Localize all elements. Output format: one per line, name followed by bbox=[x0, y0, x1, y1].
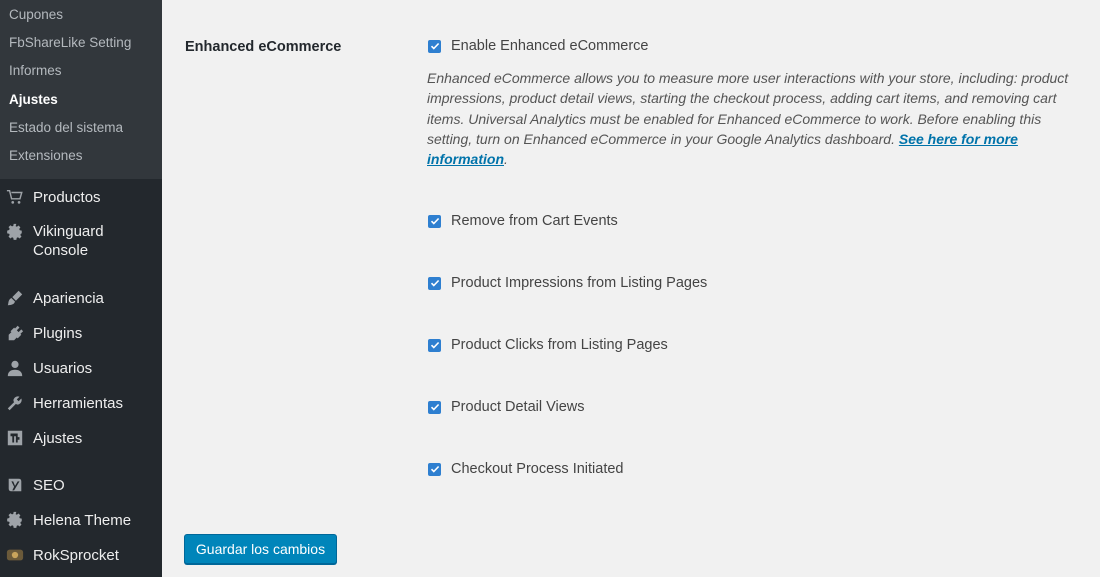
sidebar-item-label-line1: Vikinguard bbox=[33, 223, 104, 240]
gear-icon bbox=[5, 222, 25, 242]
sidebar-item-label: Productos bbox=[33, 188, 101, 206]
option-product-impressions[interactable]: Product Impressions from Listing Pages bbox=[428, 275, 707, 291]
option-checkbox[interactable] bbox=[428, 338, 441, 352]
admin-sidebar: Cupones FbShareLike Setting Informes Aju… bbox=[0, 0, 162, 577]
submenu-item-fbsharelike[interactable]: FbShareLike Setting bbox=[0, 29, 162, 57]
submenu-item-estado-sistema[interactable]: Estado del sistema bbox=[0, 114, 162, 142]
sidebar-item-ajustes[interactable]: Ajustes bbox=[0, 427, 82, 449]
sidebar-item-vikinguard[interactable]: Vikinguard Console bbox=[0, 222, 104, 262]
sidebar-item-label: Usuarios bbox=[33, 359, 93, 377]
option-checkbox[interactable] bbox=[428, 400, 441, 414]
sidebar-item-label: RokSprocket bbox=[33, 546, 119, 564]
wrench-icon bbox=[5, 393, 25, 413]
submenu-item-extensiones[interactable]: Extensiones bbox=[0, 142, 162, 170]
checkmark-icon bbox=[430, 341, 439, 349]
sidebar-item-label: SEO bbox=[33, 476, 65, 494]
enable-enhanced-ecommerce-label[interactable]: Enable Enhanced eCommerce bbox=[451, 38, 648, 54]
checkmark-icon bbox=[430, 217, 439, 225]
enable-enhanced-ecommerce-option[interactable]: Enable Enhanced eCommerce bbox=[428, 38, 648, 54]
checkmark-icon bbox=[430, 403, 439, 411]
save-changes-button[interactable]: Guardar los cambios bbox=[184, 534, 337, 564]
option-product-clicks[interactable]: Product Clicks from Listing Pages bbox=[428, 337, 668, 353]
sidebar-item-label: Plugins bbox=[33, 324, 83, 342]
checkmark-icon bbox=[430, 279, 439, 287]
submenu-item-ajustes[interactable]: Ajustes bbox=[0, 86, 162, 114]
rocket-icon bbox=[5, 545, 25, 565]
sidebar-item-label: Helena Theme bbox=[33, 511, 132, 529]
user-icon bbox=[5, 358, 25, 378]
settings-icon bbox=[5, 428, 25, 448]
sidebar-item-herramientas[interactable]: Herramientas bbox=[0, 392, 123, 414]
option-checkout-process[interactable]: Checkout Process Initiated bbox=[428, 461, 623, 477]
sidebar-item-usuarios[interactable]: Usuarios bbox=[0, 357, 92, 379]
woocommerce-submenu: Cupones FbShareLike Setting Informes Aju… bbox=[0, 0, 162, 179]
enhanced-ecommerce-description: Enhanced eCommerce allows you to measure… bbox=[427, 68, 1075, 169]
option-label[interactable]: Remove from Cart Events bbox=[451, 213, 618, 229]
sidebar-item-seo[interactable]: SEO bbox=[0, 474, 65, 496]
sidebar-item-label: Apariencia bbox=[33, 289, 104, 307]
sidebar-item-plugins[interactable]: Plugins bbox=[0, 322, 82, 344]
brush-icon bbox=[5, 288, 25, 308]
option-checkbox[interactable] bbox=[428, 462, 441, 476]
description-end: . bbox=[504, 151, 508, 168]
option-remove-from-cart[interactable]: Remove from Cart Events bbox=[428, 213, 618, 229]
sidebar-item-label: Ajustes bbox=[33, 429, 83, 447]
sidebar-item-label: Vikinguard Console bbox=[33, 222, 104, 260]
cart-icon bbox=[5, 187, 25, 207]
sidebar-item-roksprocket[interactable]: RokSprocket bbox=[0, 544, 119, 566]
plugin-icon bbox=[5, 323, 25, 343]
option-checkbox[interactable] bbox=[428, 276, 441, 290]
sidebar-item-label-line2: Console bbox=[33, 242, 89, 259]
option-label[interactable]: Product Detail Views bbox=[451, 399, 585, 415]
submenu-item-informes[interactable]: Informes bbox=[0, 57, 162, 85]
seo-icon bbox=[5, 475, 25, 495]
enable-enhanced-ecommerce-checkbox[interactable] bbox=[428, 39, 441, 53]
option-label[interactable]: Checkout Process Initiated bbox=[451, 461, 623, 477]
checkmark-icon bbox=[430, 42, 439, 50]
gear-icon bbox=[5, 510, 25, 530]
option-product-detail-views[interactable]: Product Detail Views bbox=[428, 399, 585, 415]
checkmark-icon bbox=[430, 465, 439, 473]
sidebar-item-helena-theme[interactable]: Helena Theme bbox=[0, 509, 131, 531]
submenu-item-cupones[interactable]: Cupones bbox=[0, 1, 162, 29]
sidebar-item-label: Herramientas bbox=[33, 394, 124, 412]
option-label[interactable]: Product Clicks from Listing Pages bbox=[451, 337, 668, 353]
option-checkbox[interactable] bbox=[428, 214, 441, 228]
section-label-enhanced-ecommerce: Enhanced eCommerce bbox=[185, 39, 342, 55]
option-label[interactable]: Product Impressions from Listing Pages bbox=[451, 275, 707, 291]
sidebar-item-apariencia[interactable]: Apariencia bbox=[0, 287, 104, 309]
sidebar-item-productos[interactable]: Productos bbox=[0, 186, 101, 208]
